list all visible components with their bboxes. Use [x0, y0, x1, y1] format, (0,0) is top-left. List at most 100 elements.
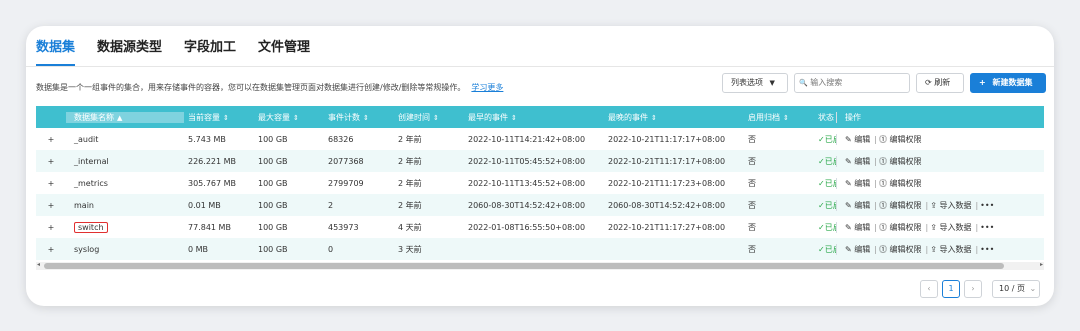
latest-event: 2022-10-21T11:17:23+08:00 [608, 178, 726, 188]
highlighted-name[interactable]: switch [74, 221, 108, 233]
expand-row-icon[interactable]: + [36, 135, 66, 144]
action-separator: | [925, 244, 929, 254]
event-count: 2799709 [328, 178, 364, 188]
edit-permission-button[interactable]: ⓵ 编辑权限 [879, 135, 922, 144]
tab-field-processing[interactable]: 字段加工 [184, 38, 236, 66]
table-row[interactable]: + _audit 5.743 MB 100 GB 68326 2 年前 2022-10-11… [36, 128, 1044, 150]
page-size-value: 10 / 页 [999, 284, 1025, 293]
dataset-name[interactable]: _metrics [66, 179, 184, 188]
import-data-button[interactable]: ⇪ 导入数据 [930, 223, 971, 232]
header-latest[interactable]: 最晚的事件 ⇕ [604, 112, 744, 123]
header-event-count[interactable]: 事件计数 ⇕ [324, 112, 394, 123]
dataset-name[interactable]: _audit [66, 135, 184, 144]
latest-event: 2022-10-21T11:17:17+08:00 [608, 134, 726, 144]
dataset-name[interactable]: syslog [66, 245, 184, 254]
tab-file-management[interactable]: 文件管理 [258, 38, 310, 66]
scrollbar-thumb[interactable] [44, 263, 1004, 269]
sort-icon: ▲ [117, 113, 123, 122]
new-dataset-button[interactable]: + 新建数据集 [970, 73, 1046, 93]
table-row[interactable]: +syslog0 MB100 GB03 天前否✓已启✎ 编辑|⓵ 编辑权限|⇪ … [36, 238, 1044, 260]
edit-permission-button[interactable]: ⓵ 编辑权限 [879, 157, 922, 166]
table-header: 数据集名称 ▲ 当前容量 ⇕ 最大容量 ⇕ 事件计数 ⇕ 创建时间 ⇕ 最早的事件 ⇕ 最晚… [36, 106, 1044, 128]
sort-icon: ⇕ [783, 113, 789, 122]
next-page-button[interactable]: › [964, 280, 982, 298]
header-archive[interactable]: 启用归档 ⇕ [744, 112, 814, 123]
edit-button[interactable]: ✎ 编辑 [845, 179, 870, 188]
header-created[interactable]: 创建时间 ⇕ [394, 112, 464, 123]
dataset-table: 数据集名称 ▲ 当前容量 ⇕ 最大容量 ⇕ 事件计数 ⇕ 创建时间 ⇕ 最早的事件 ⇕ 最晚… [36, 106, 1044, 260]
prev-page-button[interactable]: ‹ [920, 280, 938, 298]
import-data-button[interactable]: ⇪ 导入数据 [930, 245, 971, 254]
event-count: 0 [328, 244, 334, 254]
header-max-size[interactable]: 最大容量 ⇕ [254, 112, 324, 123]
tab-source-types[interactable]: 数据源类型 [97, 38, 162, 66]
page-1-button[interactable]: 1 [942, 280, 960, 298]
edit-permission-button[interactable]: ⓵ 编辑权限 [879, 223, 922, 232]
action-separator: | [925, 222, 929, 232]
dataset-name[interactable]: switch [66, 221, 184, 233]
import-data-button[interactable]: ⇪ 导入数据 [930, 201, 971, 210]
edit-button[interactable]: ✎ 编辑 [845, 157, 870, 166]
table-row[interactable]: + main 0.01 MB 100 GB 2 2 年前 2060-08-30T14:52:… [36, 194, 1044, 216]
edit-permission-button[interactable]: ⓵ 编辑权限 [879, 201, 922, 210]
action-separator: | [874, 222, 877, 232]
max-size: 100 GB [258, 200, 288, 210]
edit-permission-button[interactable]: ⓵ 编辑权限 [879, 245, 922, 254]
edit-button[interactable]: ✎ 编辑 [845, 245, 870, 254]
max-size: 100 GB [258, 178, 288, 188]
more-actions-button[interactable]: ••• [980, 201, 994, 210]
page-description: 数据集是一个一组事件的集合，用来存储事件的容器，您可以在数据集管理页面对数据集进… [36, 82, 503, 93]
header-earliest[interactable]: 最早的事件 ⇕ [464, 112, 604, 123]
scroll-right-icon[interactable]: ▸ [1040, 261, 1043, 268]
expand-row-icon[interactable]: + [36, 245, 66, 254]
refresh-label: 刷新 [934, 78, 951, 87]
max-size: 100 GB [258, 244, 288, 254]
tab-datasets[interactable]: 数据集 [36, 38, 76, 66]
edit-button[interactable]: ✎ 编辑 [845, 223, 870, 232]
chevron-down-icon: ⌄ [1029, 284, 1037, 293]
horizontal-scrollbar[interactable]: ◂ ▸ [36, 261, 1044, 270]
status-badge: ✓已启 [818, 178, 836, 188]
action-separator: | [874, 178, 877, 188]
expand-row-icon[interactable]: + [36, 201, 66, 210]
current-size: 77.841 MB [188, 222, 231, 232]
earliest-event: 2022-10-11T14:21:42+08:00 [468, 134, 586, 144]
table-row[interactable]: + switch 77.841 MB 100 GB 453973 4 天前 2022-01-… [36, 216, 1044, 238]
row-actions: ✎ 编辑 | ⓵ 编辑权限 | ⇪ 导入数据 | ••• [836, 221, 1044, 233]
more-actions-button[interactable]: ••• [980, 245, 994, 254]
dataset-name[interactable]: _internal [66, 157, 184, 166]
current-size: 226.221 MB [188, 156, 237, 166]
current-size: 0.01 MB [188, 200, 221, 210]
scroll-left-icon[interactable]: ◂ [37, 261, 40, 268]
header-name[interactable]: 数据集名称 ▲ [66, 111, 184, 123]
more-actions-button[interactable]: ••• [980, 223, 994, 232]
expand-row-icon[interactable]: + [36, 157, 66, 166]
table-row[interactable]: + _metrics 305.767 MB 100 GB 2799709 2 年前 2022… [36, 172, 1044, 194]
header-current-size[interactable]: 当前容量 ⇕ [184, 112, 254, 123]
learn-more-link[interactable]: 学习更多 [471, 83, 503, 92]
table-row[interactable]: + _internal 226.221 MB 100 GB 2077368 2 年前 202… [36, 150, 1044, 172]
edit-button[interactable]: ✎ 编辑 [845, 135, 870, 144]
earliest-event: 2022-10-11T13:45:52+08:00 [468, 178, 586, 188]
refresh-button[interactable]: ⟳ 刷新 [916, 73, 964, 93]
chevron-down-icon: ▼ [769, 79, 775, 87]
dataset-name[interactable]: main [66, 201, 184, 210]
earliest-event: 2060-08-30T14:52:42+08:00 [468, 200, 586, 210]
row-actions: ✎ 编辑 | ⓵ 编辑权限 | ⇪ 导入数据 | ••• [836, 199, 1044, 211]
plus-icon: + [979, 78, 986, 87]
pagination: ‹ 1 › [920, 280, 982, 298]
sort-icon: ⇕ [293, 113, 299, 122]
search-input[interactable] [810, 78, 903, 87]
row-actions: ✎ 编辑 | ⓵ 编辑权限 [836, 177, 1044, 189]
page-size-select[interactable]: 10 / 页 ⌄ [992, 280, 1040, 298]
edit-permission-button[interactable]: ⓵ 编辑权限 [879, 179, 922, 188]
max-size: 100 GB [258, 222, 288, 232]
expand-row-icon[interactable]: + [36, 223, 66, 232]
sort-icon: ⇕ [363, 113, 369, 122]
expand-row-icon[interactable]: + [36, 179, 66, 188]
status-badge: ✓已启 [818, 244, 836, 254]
column-options-dropdown[interactable]: 列表选项 ▼ [722, 73, 788, 93]
search-box[interactable]: 🔍 [794, 73, 910, 93]
edit-button[interactable]: ✎ 编辑 [845, 201, 870, 210]
created-time: 3 天前 [398, 244, 422, 254]
